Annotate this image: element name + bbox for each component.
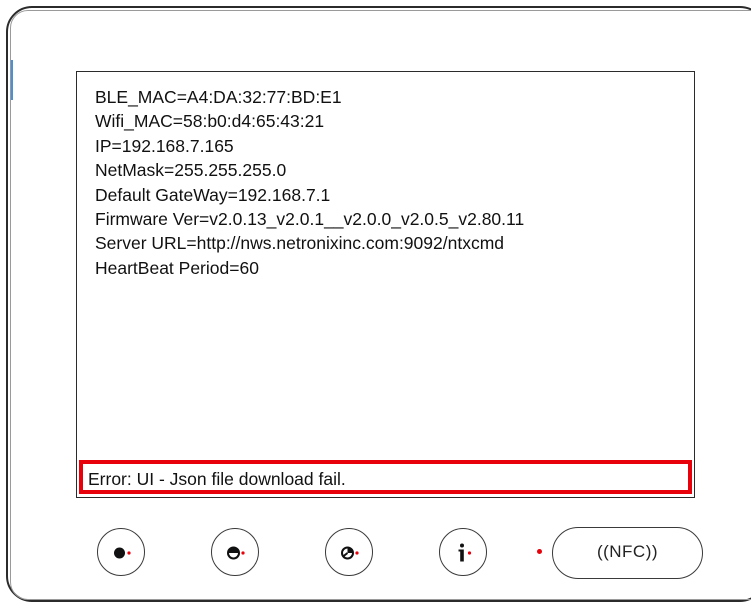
wifi-mac-line: Wifi_MAC=58:b0:d4:65:43:21 — [95, 111, 325, 132]
info-icon — [458, 543, 472, 562]
full-circle-dot-icon — [114, 547, 131, 559]
heartbeat-period-line: HeartBeat Period=60 — [95, 257, 259, 278]
nfc-indicator-dot — [537, 549, 542, 554]
ip-line: IP=192.168.7.165 — [95, 135, 234, 156]
half-circle-dot-icon — [227, 546, 245, 560]
device-info-list: BLE_MAC=A4:DA:32:77:BD:E1 Wifi_MAC=58:b0… — [95, 85, 524, 280]
netmask-line: NetMask=255.255.255.0 — [95, 160, 287, 181]
ble-mac-line: BLE_MAC=A4:DA:32:77:BD:E1 — [95, 87, 342, 107]
nfc-button[interactable]: ((NFC)) — [552, 527, 703, 579]
display-screen: BLE_MAC=A4:DA:32:77:BD:E1 Wifi_MAC=58:b0… — [76, 71, 695, 498]
info-button[interactable] — [439, 528, 487, 576]
gateway-line: Default GateWay=192.168.7.1 — [95, 184, 331, 205]
half-circle-button[interactable] — [211, 528, 259, 576]
error-message: Error: UI - Json file download fail. — [88, 469, 346, 489]
side-accent-mark — [11, 60, 13, 100]
pie-quarter-dot-icon — [341, 546, 359, 560]
error-highlight-box: Error: UI - Json file download fail. — [79, 460, 692, 494]
full-circle-button[interactable] — [97, 528, 145, 576]
nfc-button-label: ((NFC)) — [596, 542, 659, 561]
pie-quarter-button[interactable] — [325, 528, 373, 576]
server-url-line: Server URL=http://nws.netronixinc.com:90… — [95, 233, 505, 254]
firmware-version-line: Firmware Ver=v2.0.13_v2.0.1__v2.0.0_v2.0… — [95, 209, 525, 230]
